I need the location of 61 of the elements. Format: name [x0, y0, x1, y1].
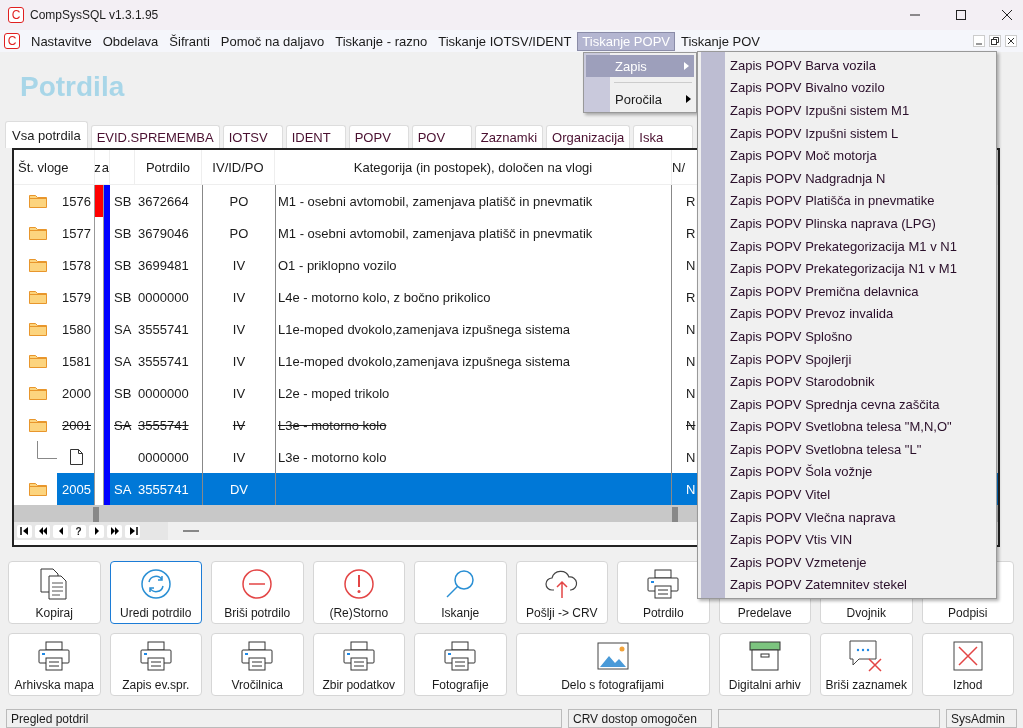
table-cell-text: 3555741 [137, 352, 190, 371]
table-cell: N [686, 449, 696, 465]
table-cell: 1581 [57, 345, 95, 377]
table-cell: R [686, 193, 696, 209]
table-cell: R [686, 225, 696, 241]
table-cell: 1578 [57, 249, 95, 281]
app-logo: C [8, 7, 24, 23]
table-cell: L1e-moped dvokolo,zamenjava izpušnega sistema [275, 313, 672, 345]
table-cell: IV [202, 281, 275, 313]
table-cell: 2005 [57, 473, 95, 505]
table-cell: IV [202, 249, 275, 281]
table-cell-text: SA [113, 416, 133, 435]
table-cell-text: SB [113, 384, 133, 403]
table-cell-text: SA [113, 320, 133, 339]
table-cell-text: SA [113, 352, 133, 371]
table-cell: 2001 [57, 409, 95, 441]
table-cell-text: 3555741 [137, 320, 190, 339]
table-cell: L2e - moped trikolo [275, 377, 672, 409]
table-cell: N [686, 353, 696, 369]
table-cell-text: SB [113, 192, 133, 211]
status-panel: CRV dostop omogočen [568, 709, 712, 728]
table-cell-text: 3699481 [137, 256, 190, 275]
table-cell: PO [202, 217, 275, 249]
table-cell: L1e-moped dvokolo,zamenjava izpušnega sistema [275, 345, 672, 377]
window-title: CompSysSQL v1.3.1.95 [30, 8, 159, 22]
table-cell: M1 - osebni avtomobil, zamenjava platišč in pnevmatik [275, 217, 672, 249]
table-cell-text: SB [113, 224, 133, 243]
status-panel: Pregled potdril [6, 709, 562, 728]
table-cell: IV [202, 377, 275, 409]
table-cell-text: 3679046 [137, 224, 190, 243]
table-cell: L3e - motorno kolo [275, 409, 672, 441]
table-cell-text: 0000000 [137, 384, 190, 403]
table-cell: IV [202, 313, 275, 345]
page-title: Potrdila [20, 71, 125, 103]
table-cell: L4e - motorno kolo, z bočno prikolico [275, 281, 672, 313]
table-cell-text: 3672664 [137, 192, 190, 211]
table-cell-text: 0000000 [137, 288, 190, 307]
app-logo: C [4, 33, 20, 49]
table-cell: N [686, 385, 696, 401]
table-cell: PO [202, 185, 275, 217]
table-cell: N [686, 481, 696, 497]
table-cell: N [686, 257, 696, 273]
table-cell-text: 3555741 [137, 416, 190, 435]
table-cell: 1580 [57, 313, 95, 345]
table-cell: 1577 [57, 217, 95, 249]
table-cell: 3555741 [135, 473, 202, 505]
table-cell: N [686, 321, 696, 337]
table-cell: DV [202, 473, 275, 505]
table-cell-text: SB [113, 288, 133, 307]
table-cell: R [686, 289, 696, 305]
table-cell: 1579 [57, 281, 95, 313]
table-cell-text: SB [113, 256, 133, 275]
status-panel: SysAdmin [946, 709, 1017, 728]
table-cell: O1 - priklopno vozilo [275, 249, 672, 281]
table-cell: SA [110, 473, 135, 505]
table-cell: N [686, 417, 696, 433]
table-cell-text: 0000000 [137, 448, 190, 467]
table-cell: M1 - osebni avtomobil, zamenjava platišč in pnevmatik [275, 185, 672, 217]
table-cell: 2000 [57, 377, 95, 409]
table-cell: IV [202, 409, 275, 441]
table-cell: IV [202, 345, 275, 377]
